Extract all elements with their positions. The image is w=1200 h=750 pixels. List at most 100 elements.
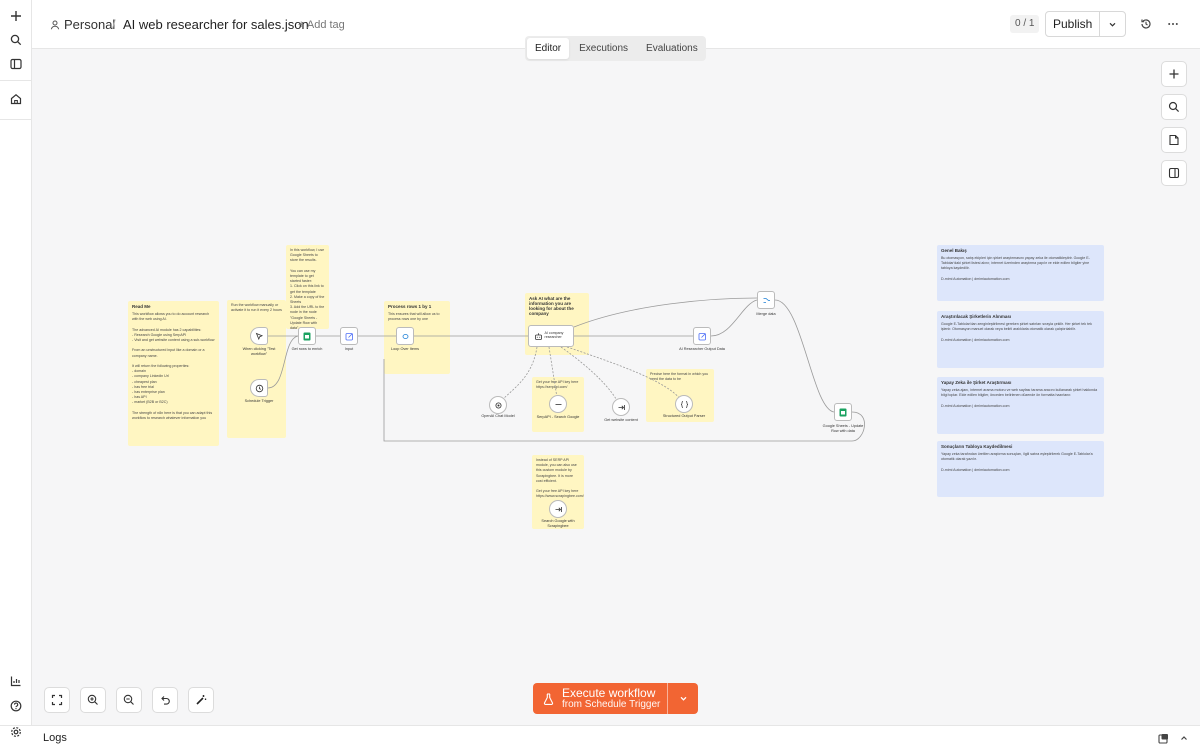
tab-editor[interactable]: Editor: [527, 38, 570, 59]
sticky-title: Process rows 1 by 1: [388, 304, 432, 309]
left-rail: [0, 0, 32, 725]
sidebar-toggle-icon[interactable]: [6, 54, 26, 74]
zoom-out-icon: [123, 694, 134, 705]
search-icon[interactable]: [6, 30, 26, 50]
sticky-note-save[interactable]: Sonuçların Tabloya Kaydedilmesi Yapay ze…: [937, 441, 1104, 497]
node-scrapingbee[interactable]: [549, 500, 567, 518]
tab-evaluations[interactable]: Evaluations: [638, 38, 706, 59]
add-sticky-button[interactable]: [1161, 127, 1187, 153]
more-options-icon[interactable]: [1165, 16, 1181, 32]
merge-icon: [763, 297, 770, 303]
sticky-title: Read Me: [132, 304, 151, 309]
sticky-title: Yapay Zeka ile Şirket Araştırması: [941, 380, 1012, 385]
history-icon[interactable]: [1138, 16, 1154, 32]
user-icon: [50, 20, 60, 29]
openai-icon: [495, 402, 501, 408]
sheets-icon: [303, 332, 311, 340]
sticky-note-trigger[interactable]: Run the workflow manually or activate it…: [227, 300, 286, 438]
sticky-text: Google E-Tablolar'dan zenginleştirilmesi…: [941, 322, 1092, 342]
workflow-title[interactable]: AI web researcher for sales.json: [123, 17, 309, 32]
pop-out-icon[interactable]: [1156, 731, 1170, 745]
sticky-title: Sonuçların Tabloya Kaydedilmesi: [941, 444, 1013, 449]
sticky-text: Yapay zeka ajanı, internet arama motoru …: [941, 388, 1098, 408]
execute-workflow-button[interactable]: Execute workflow from Schedule Trigger: [533, 683, 668, 714]
cursor-icon: [255, 332, 263, 340]
node-label: Input: [344, 347, 354, 351]
braces-icon: [680, 400, 688, 408]
sticky-text: In this workflow, I use Google Sheets to…: [290, 248, 325, 329]
node-input[interactable]: [340, 327, 358, 345]
add-tag-button[interactable]: + Add tag: [298, 19, 345, 31]
search-nodes-button[interactable]: [1161, 94, 1187, 120]
breadcrumb-workspace[interactable]: Personal: [50, 17, 115, 32]
execute-label: Execute workflow: [562, 685, 656, 700]
add-node-button[interactable]: [1161, 61, 1187, 87]
node-label: Get website content: [604, 418, 638, 422]
chevron-up-icon[interactable]: [1177, 731, 1191, 745]
sticky-text: Bu otomasyon, satış ekipleri için şirket…: [941, 256, 1090, 281]
node-manual-trigger[interactable]: [250, 327, 268, 345]
node-merge[interactable]: [757, 291, 775, 309]
node-update-row[interactable]: [834, 403, 852, 421]
node-output-parser[interactable]: [675, 395, 693, 413]
sticky-title: Araştırılacak Şirketlerin Alınması: [941, 314, 1012, 319]
home-icon[interactable]: [6, 89, 26, 109]
publish-button-group: Publish: [1045, 11, 1126, 37]
settings-gear-icon[interactable]: [6, 722, 26, 742]
node-serpapi[interactable]: [549, 395, 567, 413]
node-label: Get rows to enrich: [291, 347, 323, 351]
node-ai-agent[interactable]: AI company researcher: [528, 325, 574, 347]
node-label: Loop Over Items: [390, 347, 420, 351]
node-loop[interactable]: [396, 327, 414, 345]
node-label: Schedule Trigger: [244, 399, 274, 403]
node-openai-model[interactable]: [489, 396, 507, 414]
sticky-text: Precise here the format in which you nee…: [650, 372, 709, 382]
publish-button[interactable]: Publish: [1046, 12, 1101, 36]
fit-view-button[interactable]: [44, 687, 70, 713]
zoom-out-button[interactable]: [116, 687, 142, 713]
node-label: OpenAI Chat Model: [481, 414, 515, 418]
logs-bar[interactable]: Logs: [0, 725, 1200, 750]
sticky-note-loop[interactable]: Process rows 1 by 1 This ensures that wi…: [384, 301, 450, 374]
workflow-canvas[interactable]: Read Me This workflow allows you to do a…: [32, 49, 1200, 725]
node-label: SerpAPI - Search Google: [536, 415, 580, 419]
edit-icon: [698, 332, 706, 340]
sticky-text: Get your free API key here https://serpa…: [536, 380, 579, 390]
sticky-note-overview[interactable]: Genel Bakış Bu otomasyon, satış ekipleri…: [937, 245, 1104, 301]
node-label: When clicking "Test workflow": [242, 347, 276, 356]
tidy-up-button[interactable]: [188, 687, 214, 713]
toggle-panel-button[interactable]: [1161, 160, 1187, 186]
zoom-in-button[interactable]: [80, 687, 106, 713]
panel-icon: [1168, 167, 1180, 179]
publish-dropdown[interactable]: [1100, 12, 1125, 36]
plus-icon[interactable]: [6, 6, 26, 26]
fit-view-icon: [51, 694, 63, 706]
node-schedule-trigger[interactable]: [250, 379, 268, 397]
zoom-in-icon: [87, 694, 98, 705]
help-icon[interactable]: [6, 696, 26, 716]
sticky-note-fetch[interactable]: Araştırılacak Şirketlerin Alınması Googl…: [937, 311, 1104, 368]
node-get-rows[interactable]: [298, 327, 316, 345]
sticky-note-research[interactable]: Yapay Zeka ile Şirket Araştırması Yapay …: [937, 377, 1104, 434]
execute-sublabel: from Schedule Trigger: [562, 698, 661, 710]
sticky-note-sheets[interactable]: In this workflow, I use Google Sheets to…: [286, 245, 329, 329]
undo-button[interactable]: [152, 687, 178, 713]
node-label: AI company researcher: [544, 331, 564, 339]
sticky-note-icon: [1169, 134, 1179, 146]
rail-divider: [0, 80, 32, 81]
robot-icon: [534, 332, 542, 340]
sticky-text: Run the workflow manually or activate it…: [231, 303, 282, 313]
execute-dropdown[interactable]: [668, 683, 698, 714]
insights-icon[interactable]: [6, 671, 26, 691]
search-icon: [1168, 101, 1180, 113]
node-website-content[interactable]: [612, 398, 630, 416]
serp-icon: [555, 403, 561, 405]
tab-executions[interactable]: Executions: [571, 38, 636, 59]
node-ai-output[interactable]: [693, 327, 711, 345]
sticky-text: Yapay zeka tarafından üretilen araştırma…: [941, 452, 1093, 472]
execute-workflow-group: Execute workflow from Schedule Trigger: [533, 683, 698, 714]
node-label: Structured Output Parser: [662, 414, 706, 418]
sticky-title: Ask AI what are the information you are …: [529, 296, 574, 316]
flask-icon: [543, 692, 554, 705]
sticky-note-readme[interactable]: Read Me This workflow allows you to do a…: [128, 301, 219, 446]
